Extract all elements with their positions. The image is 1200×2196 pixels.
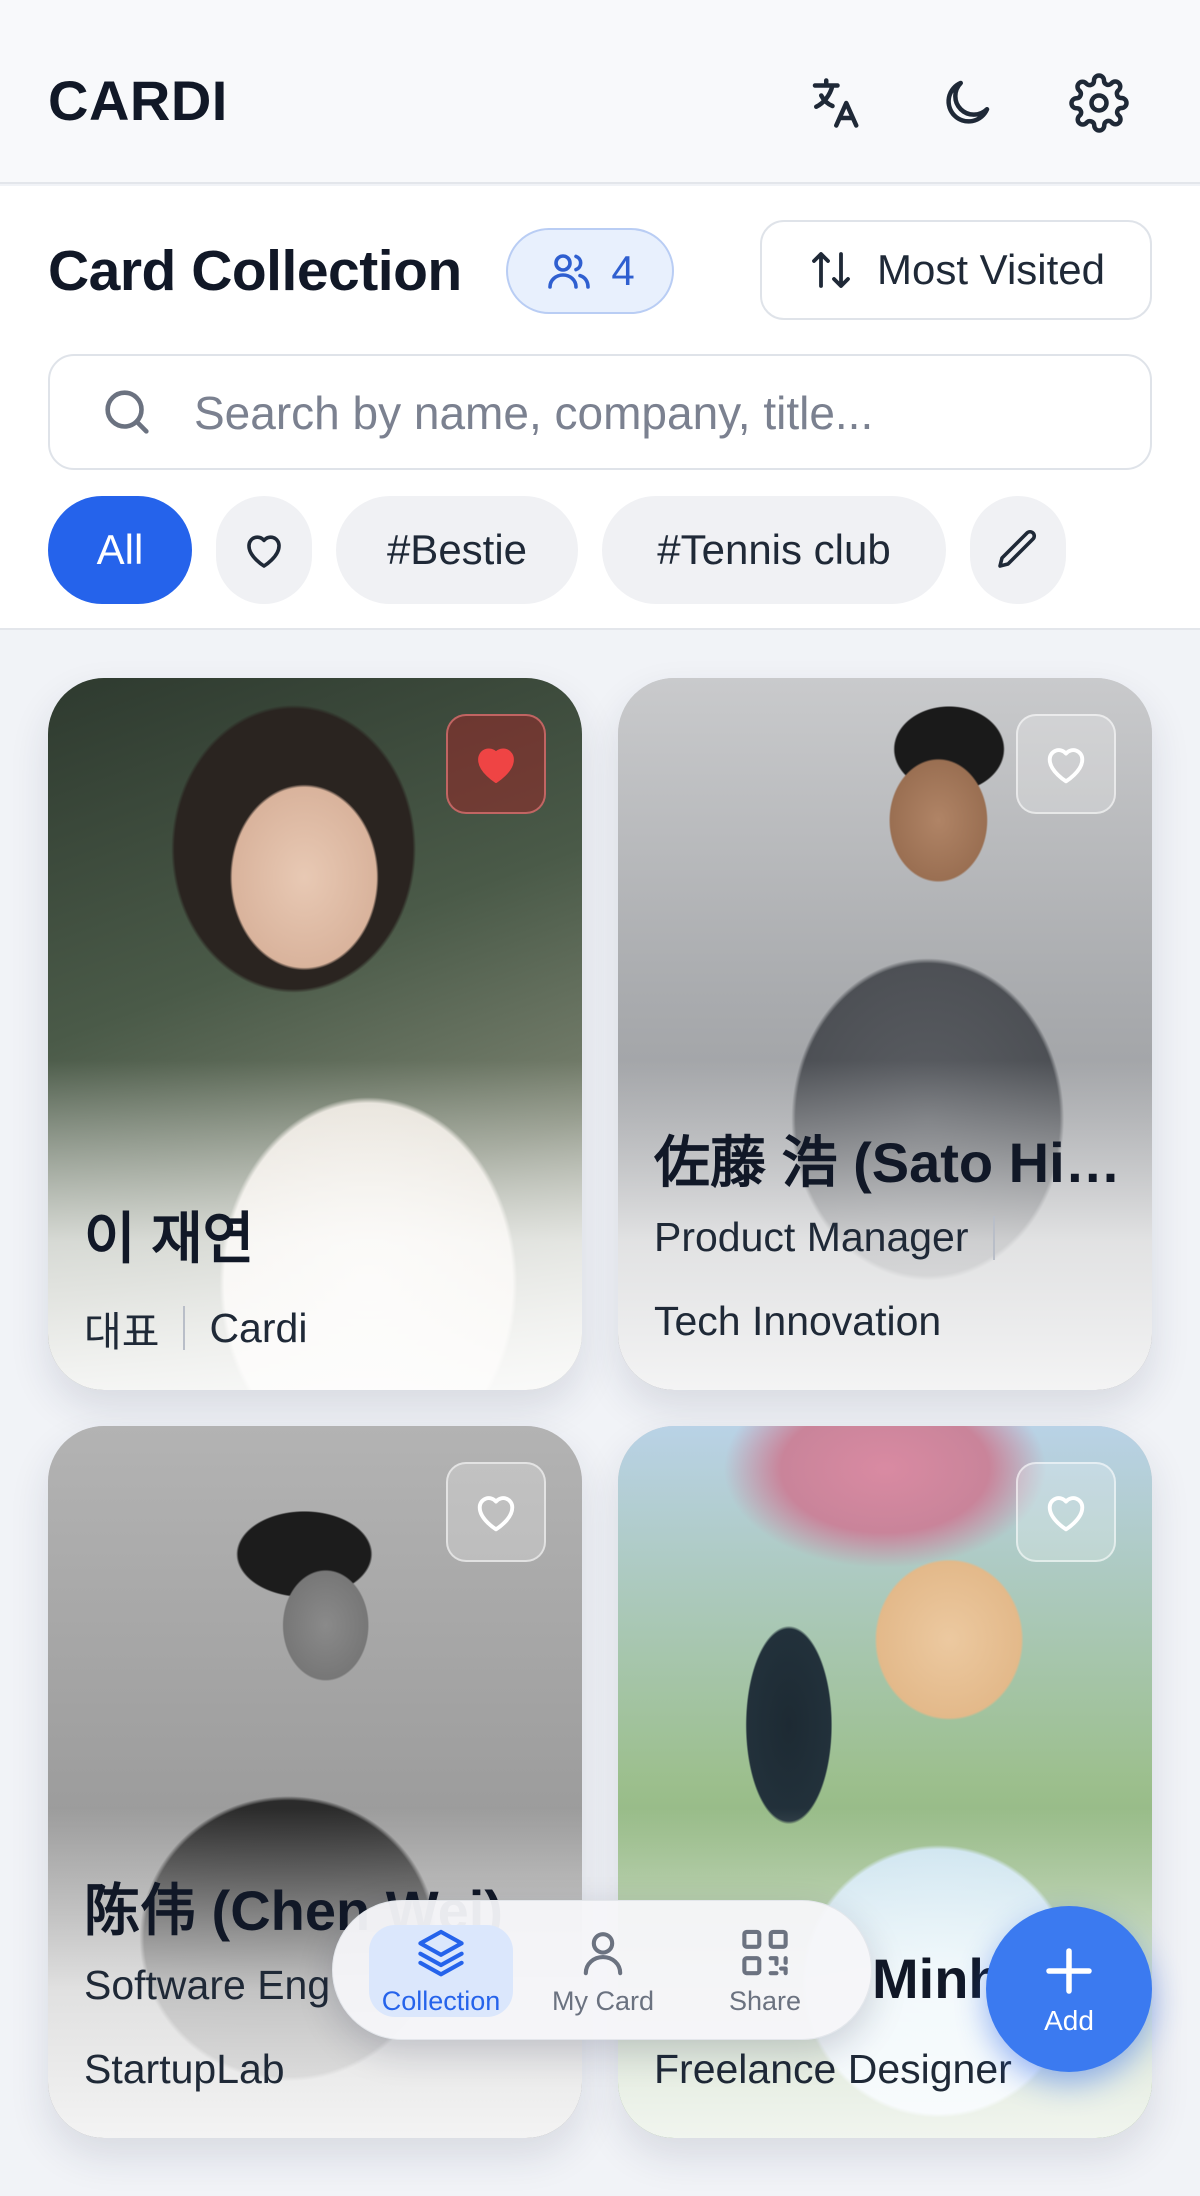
nav-share-label: Share (728, 1986, 802, 2016)
heart-icon (477, 1496, 515, 1532)
sort-button[interactable]: Most Visited (760, 220, 1152, 320)
favorite-toggle[interactable] (1016, 1462, 1116, 1562)
contact-card[interactable]: 佐藤 浩 (Sato Hir... Product Manager Tech I… (618, 678, 1152, 1390)
divider (992, 1215, 995, 1260)
gear-icon[interactable] (1066, 70, 1132, 136)
favorite-toggle[interactable] (446, 1462, 546, 1562)
contact-company: Cardi (209, 1304, 308, 1351)
contact-title: Product Manager (654, 1214, 969, 1260)
contact-card[interactable]: 이 재연 대표 Cardi (48, 678, 582, 1390)
contact-role: Product Manager (654, 1214, 1019, 1261)
translate-icon[interactable] (802, 70, 868, 136)
app-logo: CARDI (48, 69, 228, 132)
nav-collection-label: Collection (381, 1986, 501, 2016)
add-label: Add (1044, 2005, 1094, 2036)
favorite-toggle[interactable] (1016, 714, 1116, 814)
contact-company: StartupLab (84, 2046, 285, 2092)
contact-title: 대표 (84, 1309, 160, 1355)
user-icon (583, 1932, 623, 1976)
nav-my-card[interactable]: My Card (531, 1925, 675, 2017)
search-input[interactable] (194, 380, 1124, 446)
contact-title: Freelance Designer (654, 2046, 1012, 2092)
add-card-button[interactable]: Add (986, 1906, 1152, 2072)
nav-my-card-label: My Card (551, 1986, 654, 2016)
collection-controls: Card Collection 4 Most Visited All #Best… (0, 186, 1200, 630)
search-bar (48, 354, 1152, 470)
contact-name: 이 재연 (84, 1207, 255, 1270)
heart-icon (247, 535, 281, 568)
contact-company: Tech Innovation (654, 1298, 942, 1344)
favorite-toggle[interactable] (446, 714, 546, 814)
filter-tag-bestie[interactable]: #Bestie (336, 496, 578, 604)
search-icon (105, 390, 149, 434)
contact-title: Software Eng (84, 1962, 331, 2008)
sort-label: Most Visited (877, 246, 1105, 293)
heart-icon (1047, 748, 1085, 784)
pencil-icon (998, 529, 1037, 568)
filter-tag-tennis-club[interactable]: #Tennis club (602, 496, 946, 604)
app-header: CARDI (0, 0, 1200, 184)
bottom-navigation: Collection My Card Share (332, 1900, 872, 2040)
heart-icon (1047, 1496, 1085, 1532)
layers-icon (418, 1929, 464, 1977)
contact-name: 佐藤 浩 (Sato Hir... (654, 1131, 1124, 1194)
filter-all[interactable]: All (48, 496, 192, 604)
filter-favorites[interactable] (216, 496, 312, 604)
plus-icon (1046, 1948, 1092, 1994)
card-count: 4 (611, 247, 635, 294)
nav-collection[interactable]: Collection (369, 1925, 513, 2017)
sort-icon (812, 252, 850, 288)
qr-code-icon (742, 1929, 788, 1976)
users-icon (548, 254, 591, 289)
edit-tags-button[interactable] (970, 496, 1066, 604)
heart-filled-icon (478, 748, 514, 783)
contact-role: 대표 Cardi (84, 1298, 307, 1358)
divider (183, 1306, 186, 1350)
card-count-badge: 4 (506, 228, 674, 314)
page-title: Card Collection (48, 239, 462, 303)
nav-share[interactable]: Share (693, 1925, 837, 2017)
moon-icon[interactable] (934, 70, 1000, 136)
